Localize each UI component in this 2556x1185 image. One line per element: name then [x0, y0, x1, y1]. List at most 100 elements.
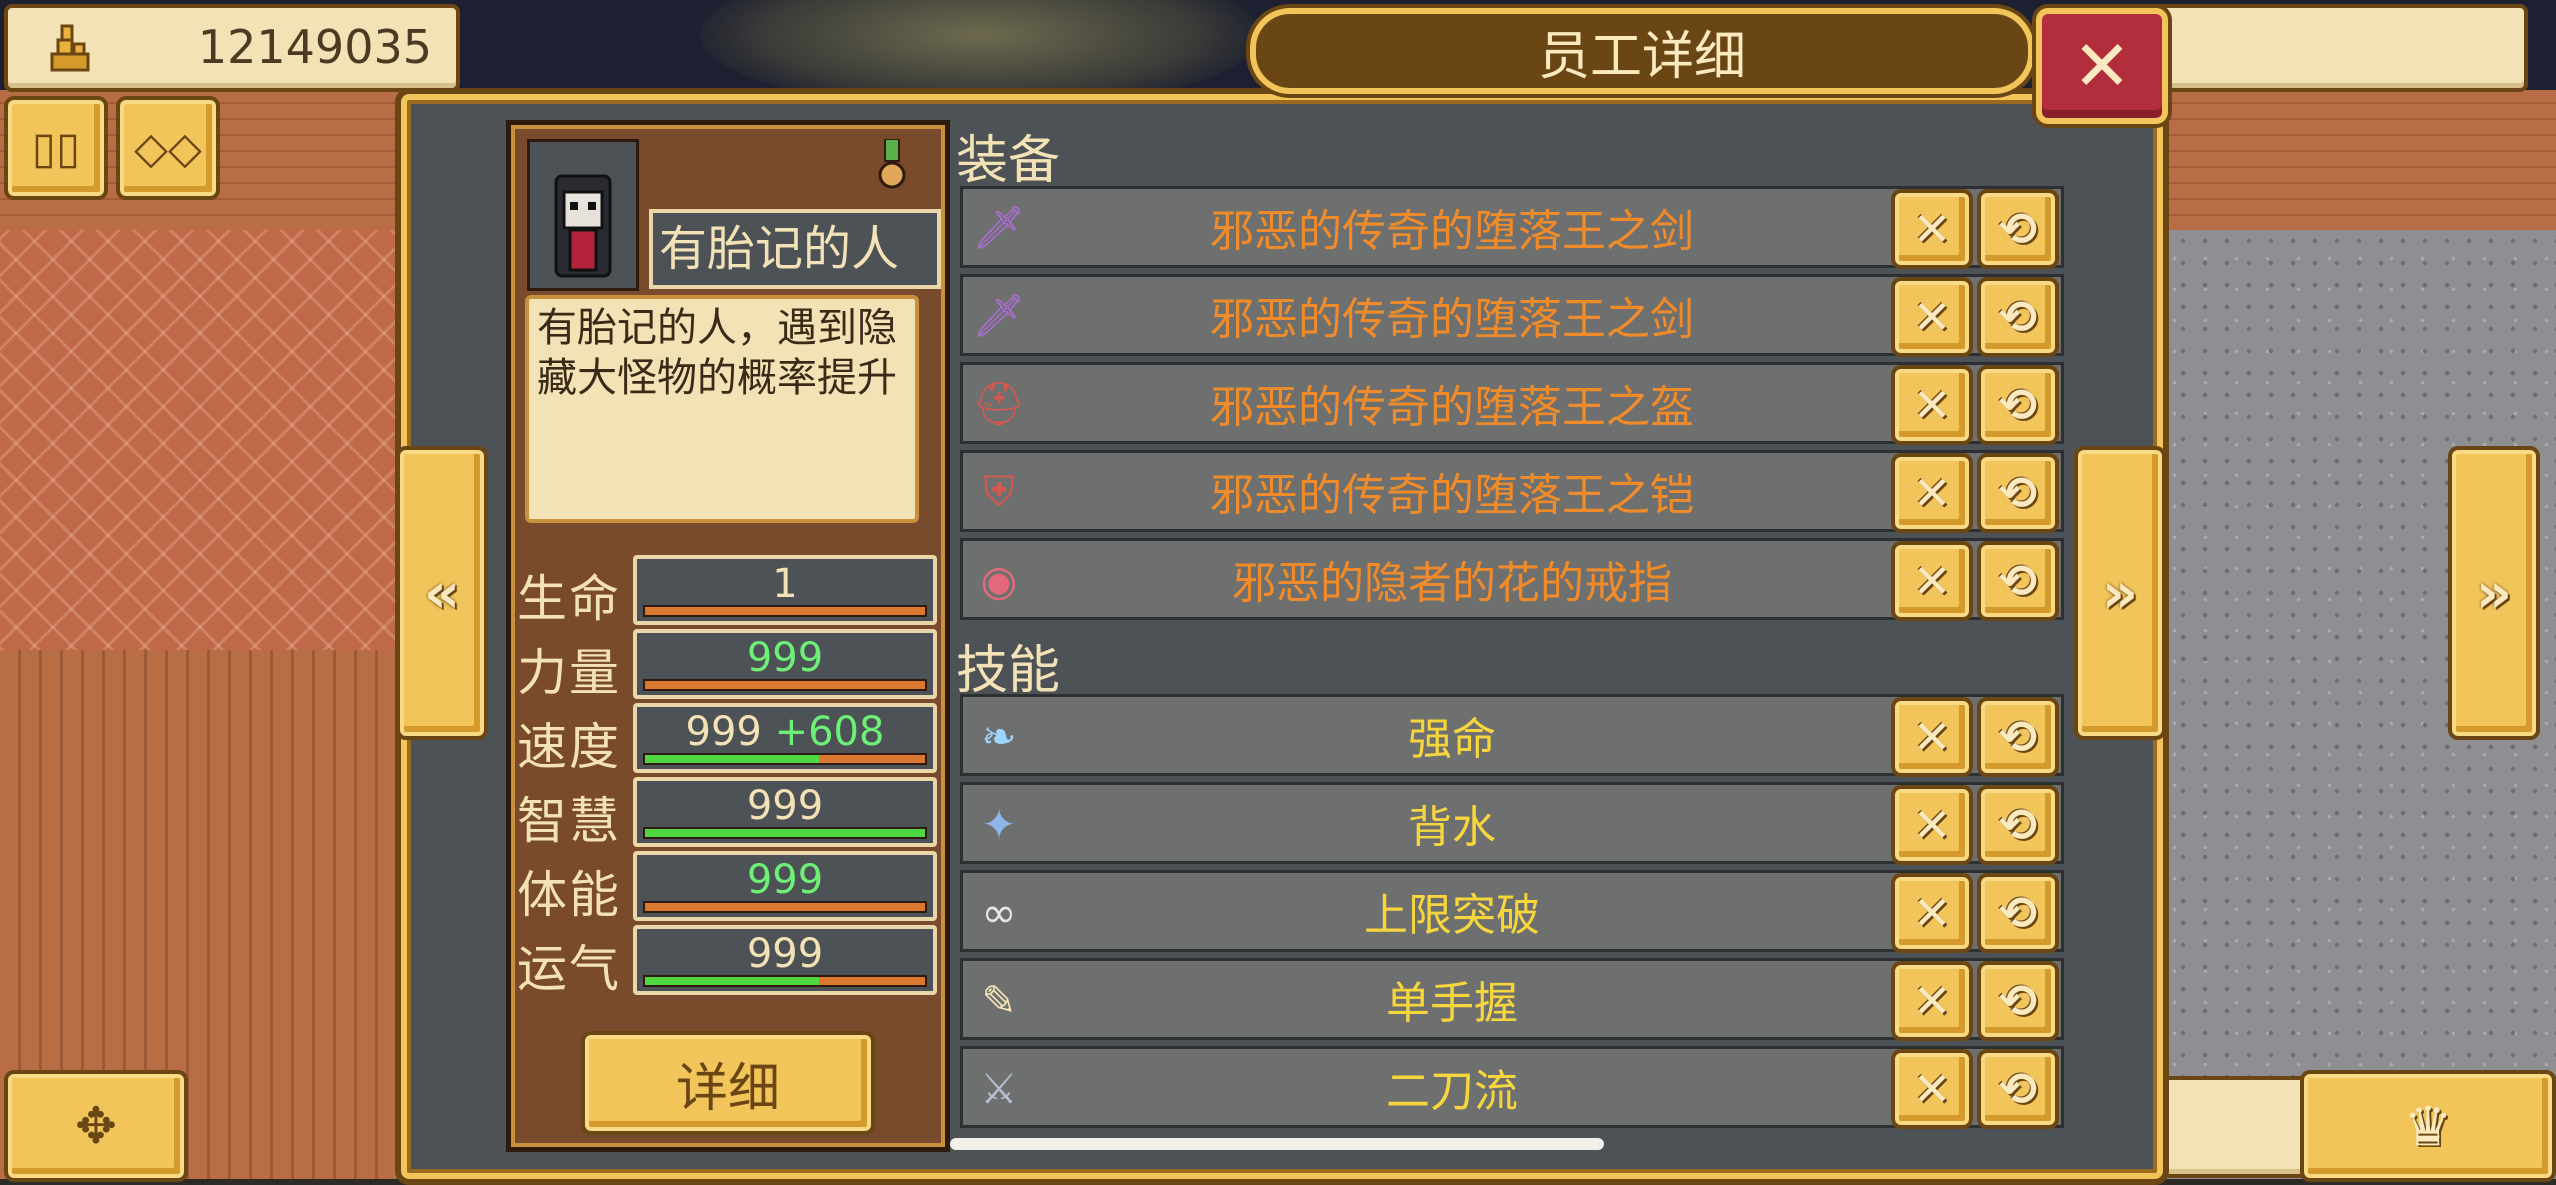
swap-icon: ⟲ [1998, 798, 2038, 852]
stat-label: 智慧 [517, 792, 621, 850]
stat-value: 999 [746, 857, 824, 903]
x-icon: ✕ [1912, 798, 1952, 852]
skill-name: 强命 [1408, 714, 1496, 765]
ring-icon: ◉ [980, 555, 1018, 605]
stat-progress-bar [643, 901, 927, 913]
swap-button[interactable]: ⟲ [1977, 785, 2059, 865]
stat-value-box: 999 [633, 629, 937, 699]
dagger-icon: ✦ [981, 799, 1017, 849]
stat-value: 1 [772, 561, 798, 607]
next-page-arrow-outer[interactable]: » [2448, 446, 2540, 740]
equipment-name: 邪恶的传奇的堕落王之剑 [1210, 294, 1694, 345]
stat-bonus: +608 [774, 709, 885, 755]
feather-icon: ✎ [981, 975, 1017, 1025]
stat-row: 速度 999 +608 [517, 703, 937, 776]
remove-button[interactable]: ✕ [1891, 453, 1973, 533]
swap-button[interactable]: ⟲ [1977, 365, 2059, 445]
pause-icon: ▯▯ [31, 122, 81, 174]
swap-button[interactable]: ⟲ [1977, 873, 2059, 953]
equipment-name: 邪恶的传奇的堕落王之铠 [1210, 470, 1694, 521]
gems-button[interactable]: ◇◇ [116, 96, 220, 200]
remove-button[interactable]: ✕ [1891, 189, 1973, 269]
dpad-icon: ✥ [75, 1097, 117, 1155]
stat-value-line: 999 [637, 931, 933, 977]
remove-button[interactable]: ✕ [1891, 873, 1973, 953]
equipment-row[interactable]: ⛑ 邪恶的传奇的堕落王之盔 ✕ ⟲ [960, 362, 2064, 445]
stat-label: 速度 [517, 718, 621, 776]
detail-button[interactable]: 详细 [581, 1031, 875, 1135]
stat-value: 999 [685, 709, 762, 755]
swap-button[interactable]: ⟲ [1977, 1049, 2059, 1129]
swap-icon: ⟲ [1998, 886, 2038, 940]
stat-value-line: 999 [637, 635, 933, 681]
double-chevron-right-icon: » [2475, 560, 2513, 626]
character-name: 有胎记的人 [649, 209, 941, 289]
stat-progress-bar [643, 827, 927, 839]
swap-button[interactable]: ⟲ [1977, 697, 2059, 777]
stat-row: 智慧 999 [517, 777, 937, 850]
swap-icon: ⟲ [1998, 378, 2038, 432]
chain-icon: ∞ [981, 887, 1017, 937]
character-description: 有胎记的人，遇到隐藏大怪物的概率提升 [525, 295, 919, 523]
money-value: 12149035 [197, 20, 432, 74]
stat-value-line: 1 [637, 561, 933, 607]
equipment-row[interactable]: 🗡 邪恶的传奇的堕落王之剑 ✕ ⟲ [960, 186, 2064, 269]
new-items-button[interactable]: NEW [2160, 1076, 2308, 1178]
remove-button[interactable]: ✕ [1891, 697, 1973, 777]
stat-row: 生命 1 [517, 555, 937, 628]
remove-button[interactable]: ✕ [1891, 365, 1973, 445]
topbar-right-panel [2150, 4, 2528, 92]
sword-icon: 🗡 [972, 291, 1026, 340]
skill-row[interactable]: ✦ 背水 ✕ ⟲ [960, 782, 2064, 865]
wing-icon: ❧ [981, 711, 1017, 761]
gems-icon: ◇◇ [134, 122, 202, 174]
scrollbar[interactable] [950, 1138, 1604, 1150]
stat-progress-bar [643, 679, 927, 691]
skill-row[interactable]: ∞ 上限突破 ✕ ⟲ [960, 870, 2064, 953]
next-employee-arrow[interactable]: » [2074, 446, 2166, 740]
equipment-row[interactable]: ⛨ 邪恶的传奇的堕落王之铠 ✕ ⟲ [960, 450, 2064, 533]
stat-value-line: 999 [637, 783, 933, 829]
remove-button[interactable]: ✕ [1891, 1049, 1973, 1129]
crown-button[interactable]: ♛ [2300, 1070, 2556, 1182]
equipment-row[interactable]: ◉ 邪恶的隐者的花的戒指 ✕ ⟲ [960, 538, 2064, 621]
skill-name: 上限突破 [1364, 890, 1540, 941]
swap-button[interactable]: ⟲ [1977, 541, 2059, 621]
swap-button[interactable]: ⟲ [1977, 277, 2059, 357]
swap-icon: ⟲ [1998, 710, 2038, 764]
close-button[interactable]: ✕ [2036, 8, 2168, 124]
skills-section-title: 技能 [956, 641, 1061, 701]
brick-wall-right [2150, 90, 2556, 230]
swap-icon: ⟲ [1998, 554, 2038, 608]
skill-row[interactable]: ⚔ 二刀流 ✕ ⟲ [960, 1046, 2064, 1129]
stat-value-box: 999 +608 [633, 703, 937, 773]
new-badge: NEW [2194, 1100, 2284, 1140]
remove-button[interactable]: ✕ [1891, 785, 1973, 865]
money-counter: 12149035 [4, 4, 460, 92]
twin-blades-icon: ⚔ [980, 1063, 1018, 1113]
stat-value-box: 999 [633, 925, 937, 995]
stat-progress-bar [643, 605, 927, 617]
swap-icon: ⟲ [1998, 290, 2038, 344]
skill-row[interactable]: ❧ 强命 ✕ ⟲ [960, 694, 2064, 777]
remove-button[interactable]: ✕ [1891, 277, 1973, 357]
equipment-row[interactable]: 🗡 邪恶的传奇的堕落王之剑 ✕ ⟲ [960, 274, 2064, 357]
dpad-button[interactable]: ✥ [4, 1070, 188, 1182]
pause-button[interactable]: ▯▯ [4, 96, 108, 200]
crown-icon: ♛ [2403, 1094, 2453, 1158]
prev-employee-arrow[interactable]: « [396, 446, 488, 740]
swap-button[interactable]: ⟲ [1977, 189, 2059, 269]
remove-button[interactable]: ✕ [1891, 541, 1973, 621]
equipment-name: 邪恶的隐者的花的戒指 [1232, 558, 1672, 609]
swap-icon: ⟲ [1998, 974, 2038, 1028]
helmet-icon: ⛑ [972, 379, 1026, 428]
stat-value-line: 999 [637, 857, 933, 903]
remove-button[interactable]: ✕ [1891, 961, 1973, 1041]
swap-button[interactable]: ⟲ [1977, 961, 2059, 1041]
swap-button[interactable]: ⟲ [1977, 453, 2059, 533]
swap-icon: ⟲ [1998, 466, 2038, 520]
stat-value: 999 [746, 635, 824, 681]
stat-value-box: 1 [633, 555, 937, 625]
stat-value-box: 999 [633, 777, 937, 847]
skill-row[interactable]: ✎ 单手握 ✕ ⟲ [960, 958, 2064, 1041]
